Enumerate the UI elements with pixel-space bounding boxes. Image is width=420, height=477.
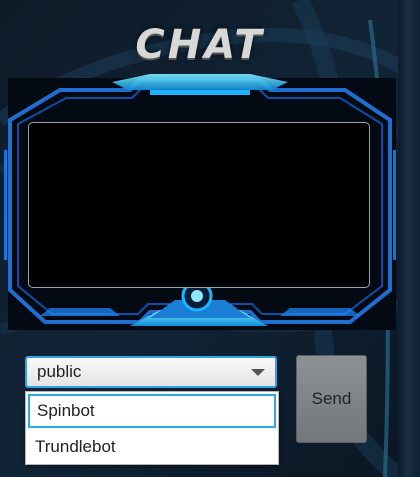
dropdown-option-spinbot[interactable]: Spinbot (28, 394, 276, 428)
recipient-select[interactable]: public (25, 356, 277, 388)
recipient-select-value: public (37, 362, 82, 381)
send-button[interactable]: Send (296, 355, 367, 443)
recipient-dropdown-menu: Spinbot Trundlebot (25, 391, 279, 465)
page-title: CHAT (135, 22, 265, 68)
chat-message-area[interactable] (28, 122, 370, 288)
right-edge-strip (398, 0, 420, 477)
dropdown-option-trundlebot[interactable]: Trundlebot (28, 430, 276, 464)
chevron-down-icon (251, 368, 265, 376)
chat-screen: CHAT public Send Spinbot Trundlebot (0, 0, 420, 477)
